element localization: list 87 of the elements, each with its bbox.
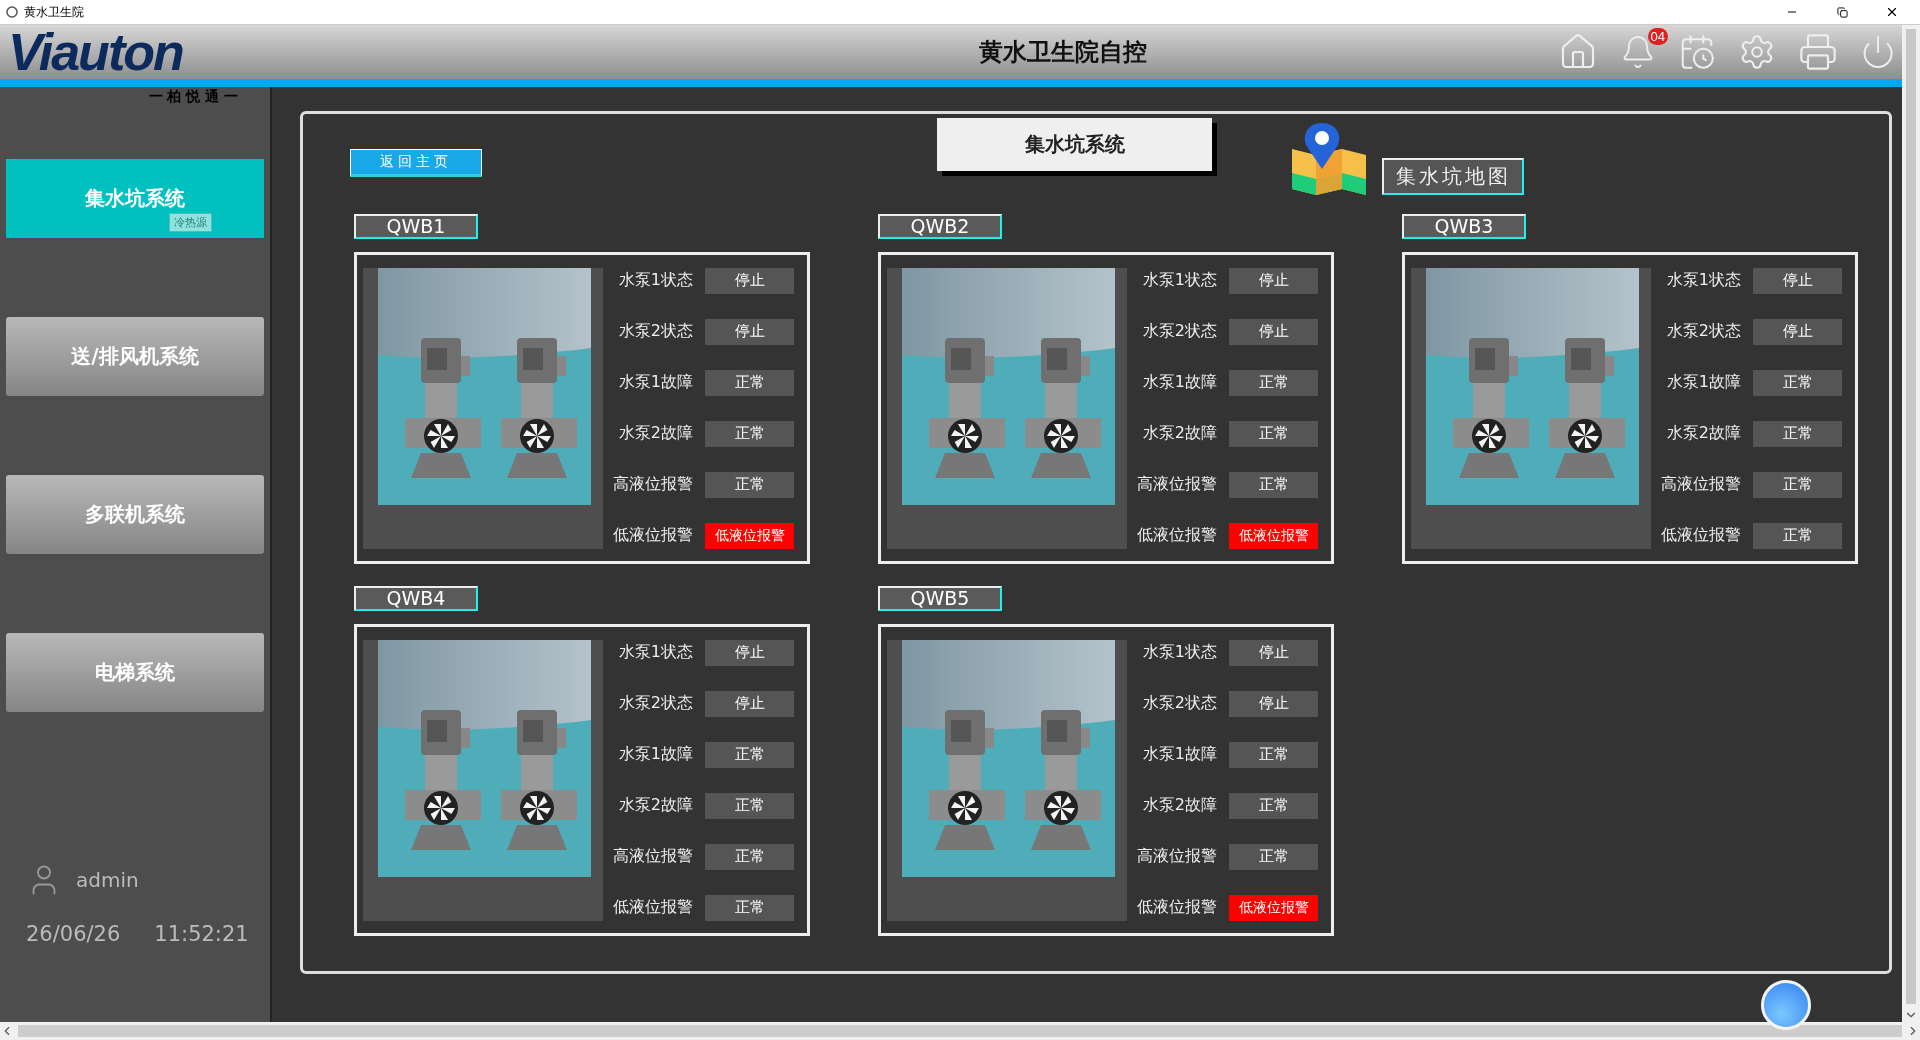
- pit-label: QWB5: [878, 586, 1002, 611]
- nav-button[interactable]: 电梯系统: [6, 633, 264, 712]
- status-label: 水泵2状态: [618, 693, 693, 714]
- status-label: 水泵2状态: [1666, 321, 1741, 342]
- status-value: 低液位报警: [1229, 894, 1318, 921]
- status-value: 正常: [705, 792, 794, 819]
- app-icon: [6, 6, 18, 18]
- status-value: 正常: [705, 369, 794, 396]
- status-value: 停止: [1229, 318, 1318, 345]
- status-label: 水泵1状态: [1142, 642, 1217, 663]
- status-value: 正常: [1229, 843, 1318, 870]
- nav-button[interactable]: 集水坑系统 冷热源: [6, 159, 264, 238]
- pit-label: QWB4: [354, 586, 478, 611]
- status-label: 水泵2故障: [1666, 423, 1741, 444]
- status-label: 水泵2故障: [1142, 795, 1217, 816]
- status-value: 低液位报警: [1229, 522, 1318, 549]
- status-label: 水泵1故障: [1142, 372, 1217, 393]
- status-value: 正常: [705, 471, 794, 498]
- status-label: 水泵1状态: [1142, 270, 1217, 291]
- status-value: 停止: [705, 639, 794, 666]
- logo: Viauton: [8, 25, 184, 79]
- status-value: 停止: [1753, 267, 1842, 294]
- status-label: 水泵1故障: [1142, 744, 1217, 765]
- status-value: 停止: [705, 690, 794, 717]
- time-text: 11:52:21: [154, 922, 249, 946]
- status-value: 正常: [1753, 471, 1842, 498]
- status-value: 正常: [1229, 792, 1318, 819]
- status-value: 停止: [705, 267, 794, 294]
- date-text: 26/06/26: [26, 922, 121, 946]
- status-label: 水泵2故障: [618, 795, 693, 816]
- status-label: 低液位报警: [613, 525, 693, 546]
- status-value: 停止: [1229, 690, 1318, 717]
- status-value: 正常: [705, 894, 794, 921]
- map-button[interactable]: 集水坑地图: [1382, 158, 1524, 195]
- status-label: 高液位报警: [1661, 474, 1741, 495]
- printer-icon[interactable]: [1798, 32, 1838, 72]
- pit-label: QWB3: [1402, 214, 1526, 239]
- floating-button[interactable]: [1761, 980, 1811, 1030]
- window-title: 黄水卫生院: [24, 3, 85, 21]
- status-value: 停止: [705, 318, 794, 345]
- status-value: 低液位报警: [705, 522, 794, 549]
- status-value: 停止: [1753, 318, 1842, 345]
- status-value: 正常: [1229, 420, 1318, 447]
- nav-button[interactable]: 送/排风机系统: [6, 317, 264, 396]
- status-value: 正常: [1229, 471, 1318, 498]
- status-label: 水泵1故障: [618, 372, 693, 393]
- user-name: admin: [76, 868, 139, 892]
- status-value: 正常: [1753, 522, 1842, 549]
- status-label: 水泵2状态: [1142, 321, 1217, 342]
- status-label: 高液位报警: [1137, 846, 1217, 867]
- status-label: 水泵2故障: [618, 423, 693, 444]
- close-icon[interactable]: [1885, 5, 1899, 19]
- nav-tag: 冷热源: [169, 213, 212, 232]
- horizontal-scrollbar[interactable]: [0, 1022, 1920, 1040]
- status-label: 低液位报警: [613, 897, 693, 918]
- back-home-button[interactable]: 返回主页: [350, 149, 482, 177]
- status-label: 水泵2故障: [1142, 423, 1217, 444]
- status-label: 水泵1状态: [618, 270, 693, 291]
- status-value: 正常: [1229, 741, 1318, 768]
- vertical-scrollbar[interactable]: [1902, 25, 1920, 1022]
- nav-button[interactable]: 多联机系统: [6, 475, 264, 554]
- header-title: 黄水卫生院自控: [978, 37, 1148, 68]
- status-value: 正常: [1753, 369, 1842, 396]
- status-label: 水泵2状态: [618, 321, 693, 342]
- status-label: 低液位报警: [1137, 525, 1217, 546]
- pit-label: QWB2: [878, 214, 1002, 239]
- restore-icon[interactable]: [1836, 6, 1848, 18]
- status-label: 低液位报警: [1661, 525, 1741, 546]
- status-label: 高液位报警: [613, 474, 693, 495]
- status-label: 高液位报警: [613, 846, 693, 867]
- status-value: 正常: [1753, 420, 1842, 447]
- status-label: 水泵1故障: [618, 744, 693, 765]
- status-label: 水泵1状态: [618, 642, 693, 663]
- status-label: 水泵1状态: [1666, 270, 1741, 291]
- status-label: 高液位报警: [1137, 474, 1217, 495]
- notification-badge: 04: [1647, 28, 1668, 45]
- status-value: 正常: [1229, 369, 1318, 396]
- status-value: 正常: [705, 843, 794, 870]
- status-value: 停止: [1229, 639, 1318, 666]
- status-label: 水泵1故障: [1666, 372, 1741, 393]
- status-label: 低液位报警: [1137, 897, 1217, 918]
- status-value: 正常: [705, 420, 794, 447]
- logo-subtitle: 一 柏 悦 通 一: [148, 87, 238, 105]
- status-label: 水泵2状态: [1142, 693, 1217, 714]
- status-value: 停止: [1229, 267, 1318, 294]
- pit-label: QWB1: [354, 214, 478, 239]
- status-value: 正常: [705, 741, 794, 768]
